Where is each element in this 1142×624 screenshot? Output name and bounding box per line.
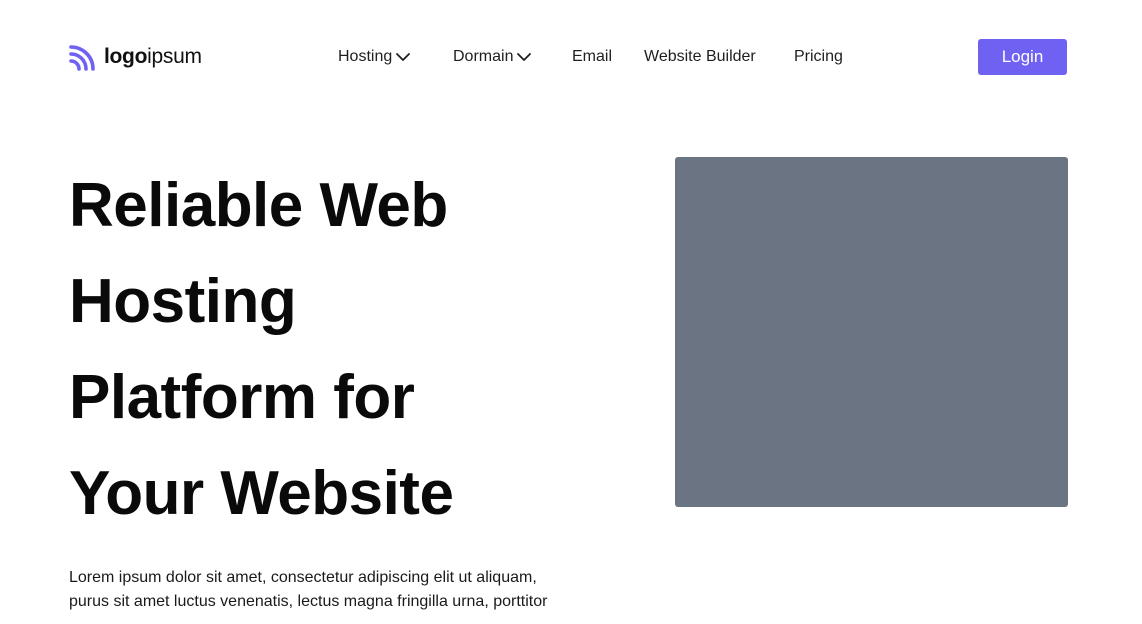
hero-title-line: Reliable Web bbox=[69, 171, 448, 240]
nav-item-label: Pricing bbox=[794, 48, 843, 65]
nav-item-domain[interactable]: Dormain bbox=[453, 45, 533, 69]
chevron-down-icon bbox=[517, 53, 532, 61]
chevron-down-icon bbox=[396, 53, 411, 61]
site-header: logoipsum Hosting Dormain Email Website … bbox=[0, 0, 1142, 115]
nav-item-pricing[interactable]: Pricing bbox=[794, 45, 843, 69]
hero-title: Reliable Web Hosting Platform for Your W… bbox=[69, 158, 629, 542]
nav-item-email[interactable]: Email bbox=[572, 45, 612, 69]
hero-title-line: Your Website bbox=[69, 459, 454, 528]
hero-description: Lorem ipsum dolor sit amet, consectetur … bbox=[69, 569, 548, 610]
hero-title-line: Platform for bbox=[69, 363, 415, 432]
nav-item-website-builder[interactable]: Website Builder bbox=[644, 45, 756, 69]
hero-image-placeholder bbox=[675, 157, 1068, 507]
landing-page: logoipsum Hosting Dormain Email Website … bbox=[0, 0, 1142, 624]
login-button[interactable]: Login bbox=[978, 39, 1067, 75]
nav-item-label: Hosting bbox=[338, 48, 393, 65]
nav-item-label: Website Builder bbox=[644, 48, 756, 65]
nav-item-hosting[interactable]: Hosting bbox=[338, 45, 412, 69]
hero-title-line: Hosting bbox=[69, 267, 297, 336]
nav-item-label: Email bbox=[572, 48, 613, 65]
main-nav: Hosting Dormain Email Website Builder Pr… bbox=[0, 45, 1142, 69]
nav-item-label: Dormain bbox=[453, 48, 514, 65]
